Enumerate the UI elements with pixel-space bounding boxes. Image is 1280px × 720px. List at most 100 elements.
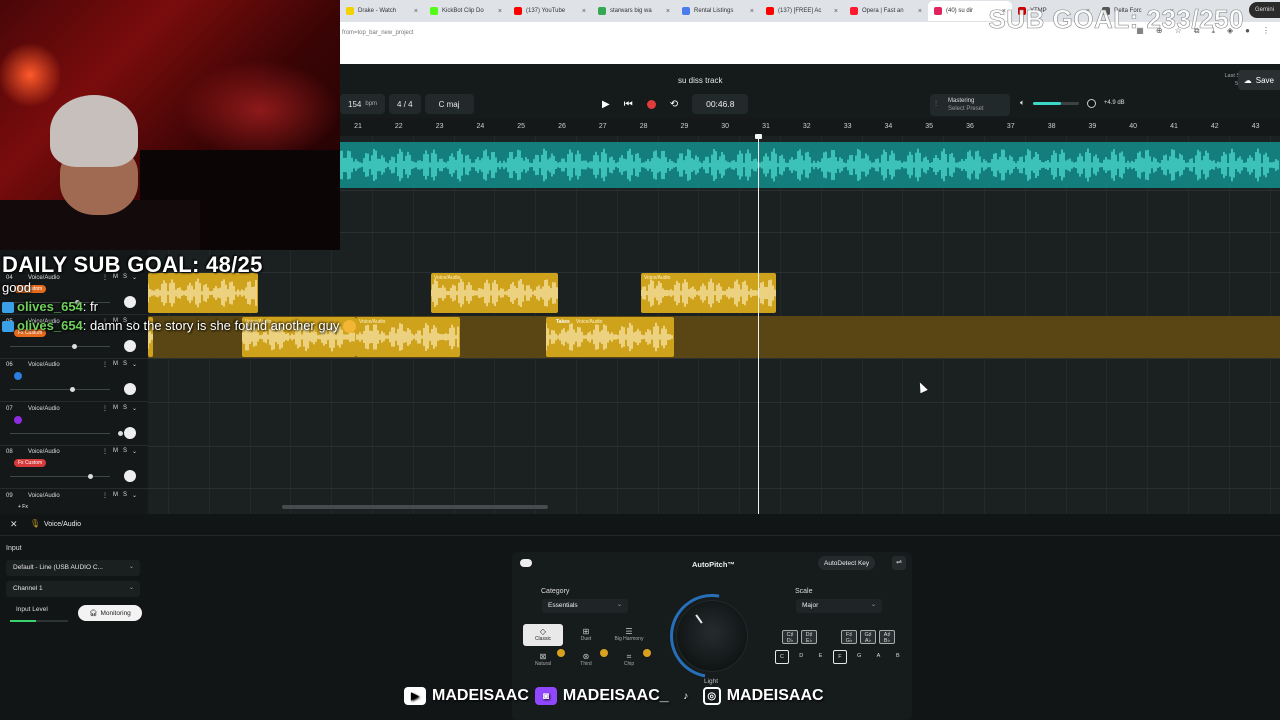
skip-back-icon[interactable]: ⏮: [624, 99, 633, 110]
audio-clip[interactable]: Voice/Audio: [356, 317, 460, 357]
autodetect-key-button[interactable]: AutoDetect Key: [818, 556, 876, 570]
mute-button[interactable]: M: [113, 492, 118, 499]
speaker-mute-icon[interactable]: 🔈︎: [1020, 98, 1025, 108]
loop-icon[interactable]: ⟲: [670, 99, 678, 110]
track-volume-slider[interactable]: [10, 474, 110, 479]
horizontal-scrollbar[interactable]: [282, 505, 548, 509]
track-name[interactable]: Voice/Audio: [28, 449, 60, 455]
track-pan-knob[interactable]: [124, 426, 136, 439]
browser-tab[interactable]: starwars big wa ×: [592, 1, 676, 21]
category-select[interactable]: Essentials ⌄: [542, 599, 628, 613]
track-header[interactable]: 08 Voice/Audio ⋮ M S ⌄ Fx Custom: [0, 446, 148, 489]
timeline-ruler[interactable]: 21 22 23 24 25 26 27 28 29 30 31 32 33 34 35 36 37 38 39 40…: [340, 118, 1280, 136]
track-menu-icon[interactable]: ⋮: [102, 448, 108, 455]
input-device-select[interactable]: Default - Line (USB AUDIO C... ⌄: [6, 560, 140, 576]
profile-icon[interactable]: ●: [1245, 26, 1250, 36]
audio-clip[interactable]: Voice/Audio: [641, 273, 776, 313]
track-header[interactable]: 07 Voice/Audio ⋮ M S ⌄: [0, 403, 148, 446]
save-button[interactable]: ☁ Save: [1237, 70, 1280, 90]
tab-close-icon[interactable]: ×: [498, 8, 502, 15]
scale-select[interactable]: Major ⌄: [796, 599, 882, 613]
browser-tab[interactable]: Drake - Watch ×: [340, 1, 424, 21]
project-title[interactable]: su diss track: [678, 76, 722, 85]
chevron-down-icon[interactable]: ⌄: [132, 492, 137, 499]
audio-clip[interactable]: Voice/Audio: [431, 273, 558, 313]
key-control[interactable]: C maj: [424, 94, 474, 114]
browser-tab[interactable]: (137) YouTube ×: [508, 1, 592, 21]
chevron-down-icon[interactable]: ⌄: [132, 405, 137, 412]
preset-classic[interactable]: ◇ Classic: [523, 624, 563, 646]
black-key[interactable]: G♯ A♭: [860, 630, 876, 644]
black-key[interactable]: D♯ E♭: [801, 630, 817, 644]
track-pan-knob[interactable]: [124, 339, 136, 352]
black-key[interactable]: C♯ D♭: [782, 630, 798, 644]
white-key[interactable]: F: [832, 650, 847, 664]
browser-tab[interactable]: KickBot Clip Do ×: [424, 1, 508, 21]
white-key[interactable]: B: [891, 650, 905, 664]
track-menu-icon[interactable]: ⋮: [102, 492, 108, 499]
track-pan-knob[interactable]: [124, 470, 136, 482]
chevron-down-icon[interactable]: ⌄: [132, 448, 137, 455]
mute-button[interactable]: M: [113, 448, 118, 455]
time-signature-control[interactable]: 4 / 4: [389, 94, 421, 114]
track-volume-slider[interactable]: [10, 430, 123, 436]
track-menu-icon[interactable]: ⋮: [102, 405, 108, 412]
solo-button[interactable]: S: [123, 492, 127, 499]
correction-strength-knob[interactable]: [676, 600, 748, 672]
solo-button[interactable]: S: [123, 448, 127, 455]
audio-clip[interactable]: Takes Voice/Audio: [546, 317, 674, 357]
track-name[interactable]: Voice/Audio: [28, 362, 60, 368]
tab-close-icon[interactable]: ×: [666, 8, 670, 15]
track-name[interactable]: Voice/Audio: [28, 406, 60, 412]
track-menu-icon[interactable]: ⋮: [102, 361, 108, 368]
track-volume-knob[interactable]: [70, 387, 75, 392]
menu-dots-icon[interactable]: ⋮: [1262, 26, 1270, 36]
monitoring-button[interactable]: 🎧︎ Monitoring: [78, 605, 142, 621]
tab-close-icon[interactable]: ×: [834, 8, 838, 15]
browser-tab[interactable]: Rental Listings ×: [676, 1, 760, 21]
mute-button[interactable]: M: [113, 361, 118, 368]
mastering-preset-button[interactable]: ⫶ Mastering Select Preset: [930, 94, 1010, 116]
record-icon[interactable]: [646, 99, 656, 109]
tab-close-icon[interactable]: ×: [582, 8, 586, 15]
bpm-control[interactable]: 154 bpm: [340, 94, 386, 114]
tab-close-icon[interactable]: ×: [918, 8, 922, 15]
channel-select[interactable]: Channel 1 ⌄: [6, 581, 140, 597]
white-key[interactable]: D: [794, 650, 808, 664]
black-key[interactable]: F♯ G♭: [841, 630, 857, 644]
autopitch-power-toggle[interactable]: [520, 559, 532, 567]
fx-badge[interactable]: [14, 372, 22, 380]
preset-big-harmony[interactable]: ☰ Big Harmony: [609, 624, 649, 646]
track-header[interactable]: 06 Voice/Audio ⋮ M S ⌄: [0, 359, 148, 402]
track-volume-knob[interactable]: [118, 430, 123, 436]
playhead[interactable]: [758, 136, 759, 514]
track-pan-knob[interactable]: [124, 383, 136, 395]
chevron-down-icon[interactable]: ⌄: [132, 361, 137, 368]
track-volume-knob[interactable]: [88, 474, 93, 479]
fx-badge[interactable]: Fx Custom: [14, 459, 47, 467]
solo-button[interactable]: S: [123, 405, 127, 412]
white-key[interactable]: C: [775, 650, 789, 664]
track-volume-slider[interactable]: [10, 387, 110, 392]
tab-close-icon[interactable]: ×: [750, 8, 754, 15]
preset-duet[interactable]: ⊞ Duet: [566, 624, 606, 646]
close-icon[interactable]: ✕: [10, 519, 18, 530]
browser-tab[interactable]: (137) [FREE] Ac ×: [760, 1, 844, 21]
white-key[interactable]: G: [852, 650, 866, 664]
tab-close-icon[interactable]: ×: [414, 8, 418, 15]
gemini-button[interactable]: Gemini: [1248, 2, 1280, 18]
white-key[interactable]: E: [814, 650, 828, 664]
solo-button[interactable]: S: [123, 361, 127, 368]
track-volume-knob[interactable]: [72, 343, 77, 349]
white-key[interactable]: A: [872, 650, 886, 664]
play-icon[interactable]: ▶: [602, 99, 610, 110]
track-volume-slider[interactable]: [10, 343, 110, 349]
takes-badge[interactable]: Takes: [556, 319, 570, 325]
browser-tab[interactable]: Opera | Fast an ×: [844, 1, 928, 21]
black-key[interactable]: A♯ B♭: [879, 630, 895, 644]
fx-badge[interactable]: + Fx: [14, 503, 32, 511]
fx-badge[interactable]: [14, 415, 22, 424]
master-volume-slider[interactable]: [1032, 101, 1079, 105]
mute-button[interactable]: M: [113, 405, 118, 412]
track-name[interactable]: Voice/Audio: [28, 493, 60, 499]
